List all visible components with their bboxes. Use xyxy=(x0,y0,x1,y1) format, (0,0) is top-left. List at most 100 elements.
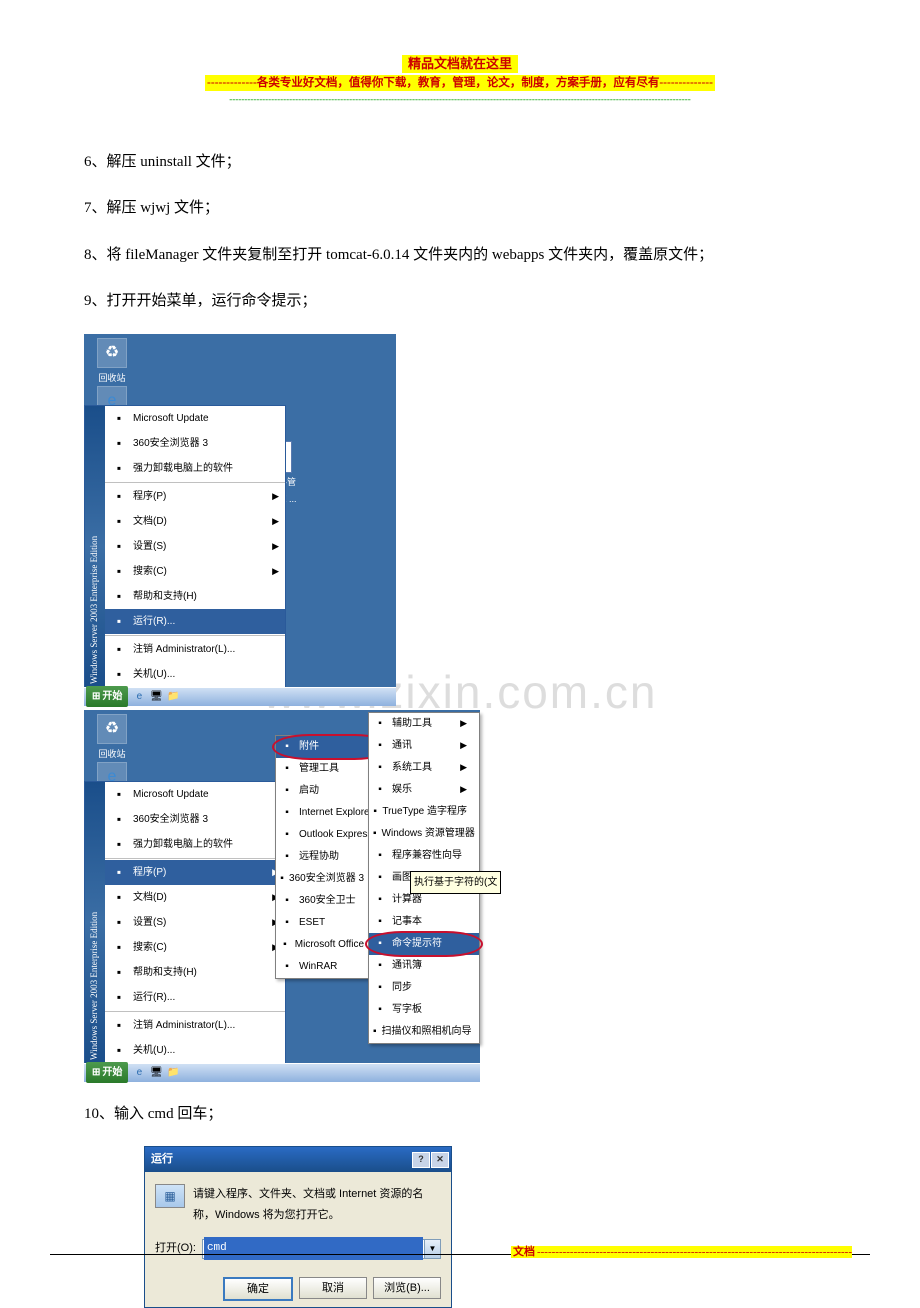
menu-item[interactable]: ▪注销 Administrator(L)... xyxy=(105,1013,285,1038)
menu-item-icon: ▪ xyxy=(373,937,387,951)
menu-item-icon: ▪ xyxy=(111,864,127,880)
desktop-quicklaunch-icon[interactable]: 🖥 xyxy=(149,690,163,704)
menu-item-icon: ▪ xyxy=(111,836,127,852)
menu-item[interactable]: ▪运行(R)... xyxy=(105,985,285,1010)
menu-item-label: Outlook Express xyxy=(299,825,372,844)
menu-item[interactable]: ▪ 注销 Administrator(L)... xyxy=(105,637,285,662)
menu-item[interactable]: ▪ 帮助和支持(H) xyxy=(105,584,285,609)
menu-item-label: 帮助和支持(H) xyxy=(133,587,197,606)
menu-item-icon: ▪ xyxy=(280,740,294,754)
menu-item[interactable]: ▪Microsoft Update xyxy=(105,406,285,431)
menu-item-label: 命令提示符 xyxy=(392,934,442,953)
menu-item[interactable]: ▪文档(D)▶ xyxy=(105,509,285,534)
menu-item[interactable]: ▪同步 xyxy=(369,977,479,999)
browse-button[interactable]: 浏览(B)... xyxy=(373,1277,441,1299)
taskbar: ⊞开始 e 🖥 📁 xyxy=(84,687,396,706)
close-button[interactable]: ✕ xyxy=(431,1152,449,1168)
recycle-bin-icon[interactable]: ♻ 回收站 xyxy=(90,714,134,763)
menu-item-label: 注销 Administrator(L)... xyxy=(133,640,235,659)
chevron-right-icon: ▶ xyxy=(460,781,467,798)
menu-item[interactable]: ▪360安全浏览器 3 xyxy=(105,807,285,832)
menu-item-label: 娱乐 xyxy=(392,780,412,799)
menu-item-label: Microsoft Update xyxy=(133,785,209,804)
menu-item-icon: ▪ xyxy=(111,588,127,604)
menu-item[interactable]: ▪搜索(C)▶ xyxy=(105,559,285,584)
screenshot-programs-accessories: ♻ 回收站 e Internet Explorer W 目资料管理系统 ... … xyxy=(84,710,870,1082)
menu-item[interactable]: ▪扫描仪和照相机向导 xyxy=(369,1021,479,1043)
menu-item-icon: ▪ xyxy=(373,915,387,929)
menu-item-icon: ▪ xyxy=(373,761,387,775)
menu-item-icon: ▪ xyxy=(373,805,377,819)
menu-item-icon: ▪ xyxy=(373,871,387,885)
menu-item-label: 360安全卫士 xyxy=(299,891,356,910)
start-button[interactable]: ⊞开始 xyxy=(86,1062,128,1083)
ie-quicklaunch-icon[interactable]: e xyxy=(132,690,146,704)
help-button[interactable]: ? xyxy=(412,1152,430,1168)
desktop-quicklaunch-icon[interactable]: 🖥 xyxy=(149,1066,163,1080)
menu-item-label: Internet Explorer xyxy=(299,803,373,822)
menu-item[interactable]: ▪记事本 xyxy=(369,911,479,933)
menu-item-label: 启动 xyxy=(299,781,319,800)
step-9: 9、打开开始菜单，运行命令提示； xyxy=(84,287,870,316)
menu-item-label: ESET xyxy=(299,913,325,932)
step-6: 6、解压 uninstall 文件； xyxy=(84,148,870,177)
menu-item[interactable]: ▪搜索(C)▶ xyxy=(105,935,285,960)
menu-item-icon: ▪ xyxy=(373,849,387,863)
menu-item-label: 程序(P) xyxy=(133,863,166,882)
menu-item-icon: ▪ xyxy=(111,989,127,1005)
menu-item[interactable]: ▪关机(U)... xyxy=(105,1038,285,1063)
menu-item[interactable]: ▪文档(D)▶ xyxy=(105,885,285,910)
menu-item[interactable]: ▪360安全浏览器 3 xyxy=(105,431,285,456)
menu-item-label: 关机(U)... xyxy=(133,1041,175,1060)
menu-item-label: 文档(D) xyxy=(133,888,167,907)
menu-item-icon: ▪ xyxy=(280,850,294,864)
menu-item-icon: ▪ xyxy=(111,666,127,682)
menu-item[interactable]: ▪写字板 xyxy=(369,999,479,1021)
menu-item[interactable]: ▪关机(U)... xyxy=(105,662,285,687)
menu-item-icon: ▪ xyxy=(111,460,127,476)
menu-item[interactable]: ▪通讯簿 xyxy=(369,955,479,977)
menu-item-icon: ▪ xyxy=(111,538,127,554)
menu-item[interactable]: ▪帮助和支持(H) xyxy=(105,960,285,985)
menu-item[interactable]: ▪程序(P)▶ xyxy=(105,860,285,885)
start-button[interactable]: ⊞开始 xyxy=(86,686,128,707)
menu-item[interactable]: ▪ 命令提示符 xyxy=(369,933,479,955)
menu-item-label: 文档(D) xyxy=(133,512,167,531)
cancel-button[interactable]: 取消 xyxy=(299,1277,367,1299)
menu-item[interactable]: ▪Windows 资源管理器 xyxy=(369,823,479,845)
menu-item[interactable]: ▪Microsoft Update xyxy=(105,782,285,807)
menu-item[interactable]: ▪TrueType 造字程序 xyxy=(369,801,479,823)
explorer-quicklaunch-icon[interactable]: 📁 xyxy=(166,690,180,704)
ok-button[interactable]: 确定 xyxy=(223,1277,293,1301)
menu-item[interactable]: ▪强力卸载电脑上的软件 xyxy=(105,832,285,857)
menu-item-label: 程序兼容性向导 xyxy=(392,846,462,865)
menu-item[interactable]: ▪系统工具▶ xyxy=(369,757,479,779)
menu-item[interactable]: ▪程序(P)▶ xyxy=(105,484,285,509)
recycle-bin-icon[interactable]: ♻ 回收站 xyxy=(90,338,134,387)
menu-item-label: 运行(R)... xyxy=(133,612,175,631)
menu-item-icon: ▪ xyxy=(280,828,294,842)
menu-item[interactable]: ▪运行(R)... xyxy=(105,609,285,634)
ie-quicklaunch-icon[interactable]: e xyxy=(132,1066,146,1080)
menu-item[interactable]: ▪设置(S)▶ xyxy=(105,534,285,559)
menu-item[interactable]: ▪辅助工具▶ xyxy=(369,713,479,735)
menu-item[interactable]: ▪设置(S)▶ xyxy=(105,910,285,935)
menu-item-icon: ▪ xyxy=(373,893,387,907)
chevron-right-icon: ▶ xyxy=(272,538,279,555)
menu-item[interactable]: ▪通讯▶ xyxy=(369,735,479,757)
explorer-quicklaunch-icon[interactable]: 📁 xyxy=(166,1066,180,1080)
menu-item[interactable]: ▪娱乐▶ xyxy=(369,779,479,801)
menu-item-label: 通讯 xyxy=(392,736,412,755)
menu-item-label: 搜索(C) xyxy=(133,938,167,957)
menu-item-icon: ▪ xyxy=(111,641,127,657)
menu-item-label: 管理工具 xyxy=(299,759,339,778)
menu-item-label: 辅助工具 xyxy=(392,714,432,733)
menu-item[interactable]: ▪ 程序兼容性向导 xyxy=(369,845,479,867)
menu-item[interactable]: ▪强力卸载电脑上的软件 xyxy=(105,456,285,481)
chevron-right-icon: ▶ xyxy=(460,715,467,732)
menu-item-label: 远程协助 xyxy=(299,847,339,866)
menu-item-icon: ▪ xyxy=(111,811,127,827)
menu-item-icon: ▪ xyxy=(111,435,127,451)
menu-item-label: Windows 资源管理器 xyxy=(382,824,475,843)
run-icon: ▦ xyxy=(155,1184,185,1208)
